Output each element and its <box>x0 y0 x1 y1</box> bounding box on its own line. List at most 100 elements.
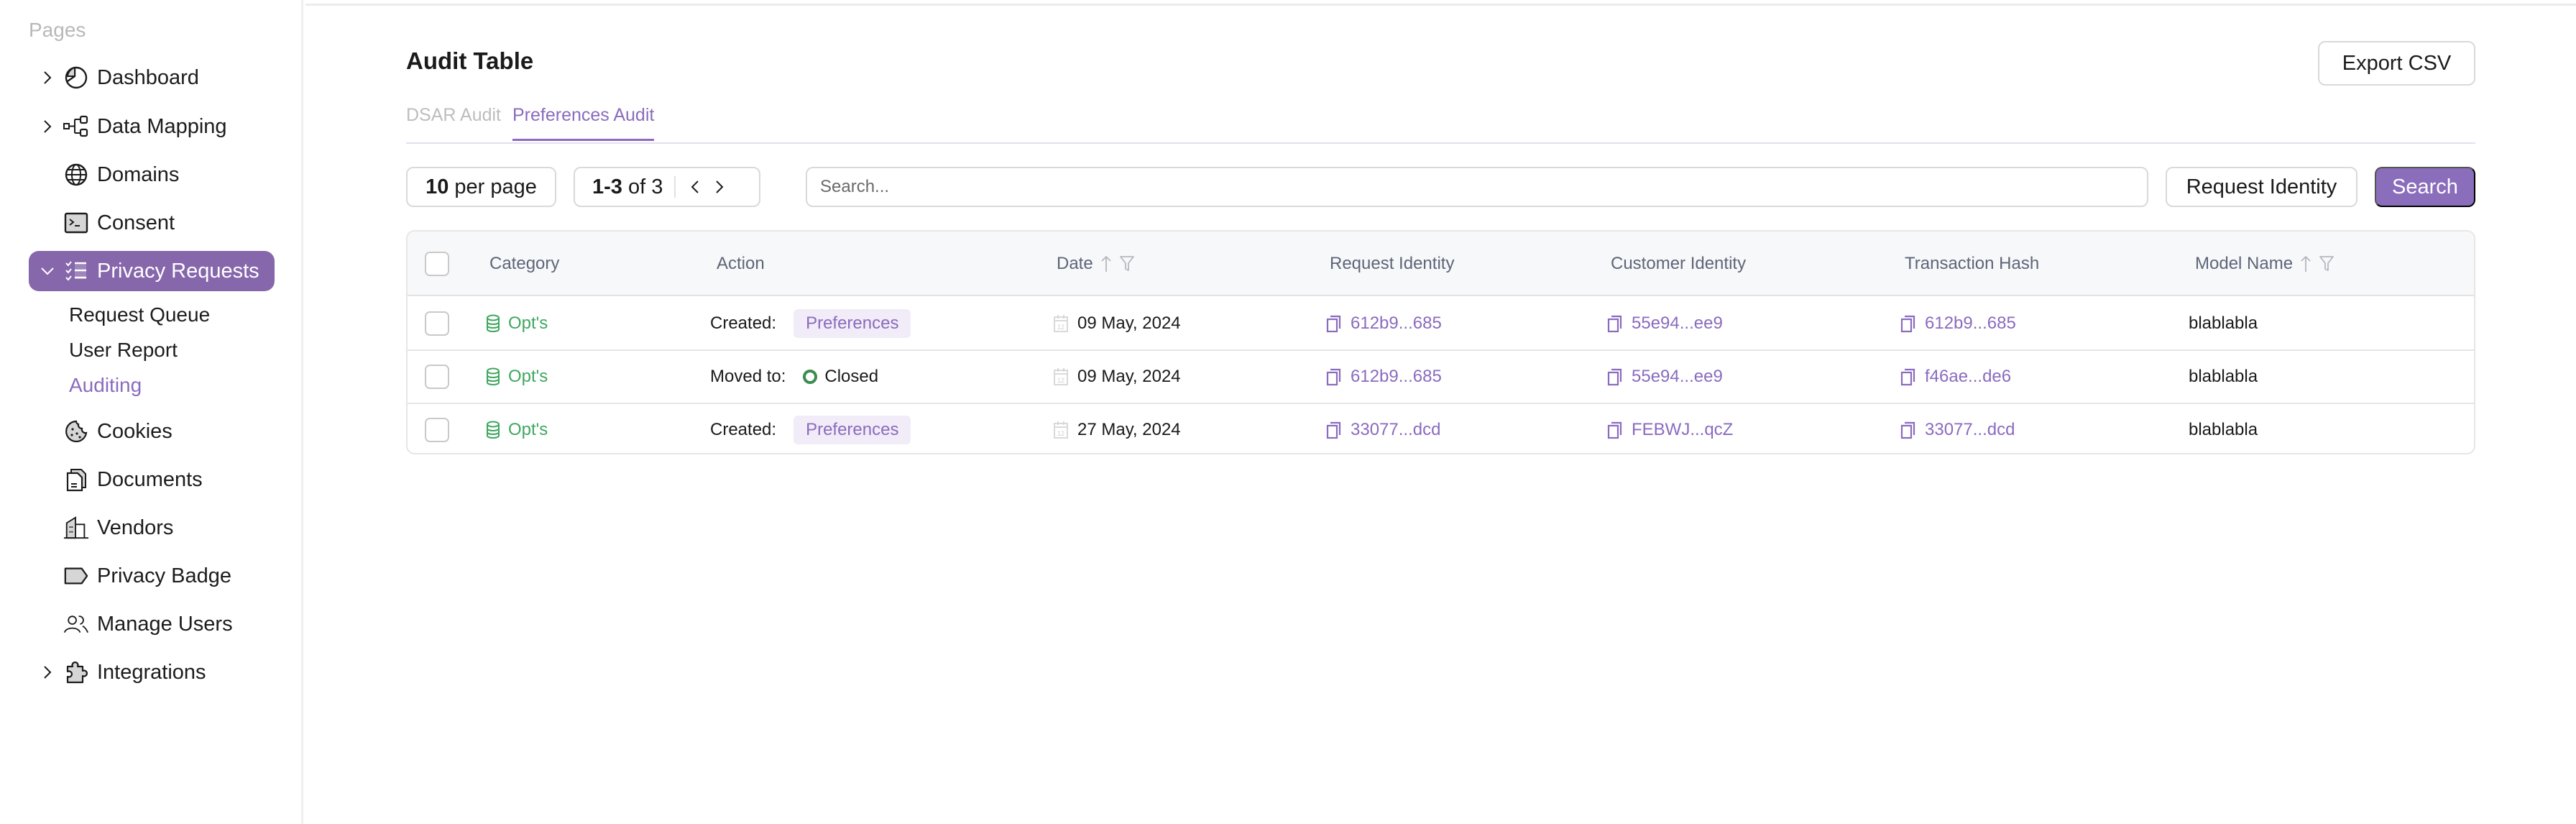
export-csv-button[interactable]: Export CSV <box>2318 41 2475 86</box>
filter-icon[interactable] <box>2319 255 2334 273</box>
column-header-action[interactable]: Action <box>717 232 765 296</box>
chevron-right-icon[interactable] <box>39 69 56 86</box>
action-status: Closed <box>824 367 879 386</box>
transaction-hash-value[interactable]: 33077...dcd <box>1925 420 2015 440</box>
svg-text:12: 12 <box>1057 324 1064 331</box>
table-row[interactable]: Opt's Created: Preferences 12 09 May, 2024 61… <box>408 298 2474 351</box>
action-cell: Created: Preferences <box>710 298 911 349</box>
row-checkbox[interactable] <box>425 311 449 336</box>
customer-identity-value[interactable]: 55e94...ee9 <box>1632 367 1723 387</box>
sidebar-item-privacy-requests[interactable]: Privacy Requests <box>29 251 275 291</box>
sidebar-item-manage-users[interactable]: Manage Users <box>29 604 273 644</box>
action-label: Moved to: <box>710 367 786 386</box>
chevron-right-icon[interactable] <box>39 664 56 681</box>
search-input[interactable] <box>806 167 2148 207</box>
column-header-customer-identity[interactable]: Customer Identity <box>1611 232 1746 296</box>
filter-icon[interactable] <box>1119 255 1135 273</box>
transaction-hash-cell[interactable]: 33077...dcd <box>1900 404 2015 453</box>
column-header-transaction-hash[interactable]: Transaction Hash <box>1905 232 2039 296</box>
sidebar-item-vendors[interactable]: Vendors <box>29 508 273 548</box>
copy-icon[interactable] <box>1607 314 1623 333</box>
audit-table: Category Action Date Request Identity Cu… <box>406 230 2475 454</box>
copy-icon[interactable] <box>1607 421 1623 439</box>
request-identity-value[interactable]: 612b9...685 <box>1351 367 1442 387</box>
top-divider <box>305 4 2576 6</box>
column-header-model-name[interactable]: Model Name <box>2195 232 2334 296</box>
customer-identity-cell[interactable]: FEBWJ...qcZ <box>1607 404 1733 453</box>
category-value: Opt's <box>508 313 548 333</box>
copy-icon[interactable] <box>1326 314 1342 333</box>
sidebar-subitem-request-queue[interactable]: Request Queue <box>69 303 210 326</box>
date-cell: 12 09 May, 2024 <box>1053 351 1181 403</box>
sidebar-item-label: Documents <box>97 467 203 491</box>
sidebar-item-data-mapping[interactable]: Data Mapping <box>29 106 273 147</box>
request-identity-button[interactable]: Request Identity <box>2166 167 2358 207</box>
sidebar-subitem-user-report[interactable]: User Report <box>69 339 178 362</box>
customer-identity-value[interactable]: 55e94...ee9 <box>1632 313 1723 334</box>
sidebar-subitem-auditing[interactable]: Auditing <box>69 374 142 397</box>
sidebar-section-label: Pages <box>29 19 86 41</box>
transaction-hash-value[interactable]: f46ae...de6 <box>1925 367 2011 387</box>
row-select-cell <box>425 351 449 403</box>
prev-page-button[interactable] <box>683 173 707 201</box>
sidebar-item-documents[interactable]: Documents <box>29 459 273 500</box>
column-header-category[interactable]: Category <box>489 232 559 296</box>
copy-icon[interactable] <box>1607 367 1623 386</box>
svg-text:12: 12 <box>1057 377 1064 384</box>
chevron-down-icon[interactable] <box>39 262 56 280</box>
sidebar-item-cookies[interactable]: Cookies <box>29 411 273 452</box>
transaction-hash-cell[interactable]: f46ae...de6 <box>1900 351 2011 403</box>
audit-tabs: DSAR Audit Preferences Audit <box>406 102 2475 144</box>
row-checkbox[interactable] <box>425 418 449 442</box>
sort-ascending-icon[interactable] <box>1100 255 1112 273</box>
tab-preferences-audit[interactable]: Preferences Audit <box>512 105 655 141</box>
table-header: Category Action Date Request Identity Cu… <box>408 232 2474 296</box>
copy-icon[interactable] <box>1900 367 1916 386</box>
sidebar-item-dashboard[interactable]: Dashboard <box>29 58 273 98</box>
model-name-value: blablabla <box>2189 313 2258 333</box>
customer-identity-cell[interactable]: 55e94...ee9 <box>1607 298 1723 349</box>
next-page-button[interactable] <box>707 173 732 201</box>
copy-icon[interactable] <box>1900 314 1916 333</box>
sidebar-item-consent[interactable]: Consent <box>29 203 273 243</box>
select-all-checkbox[interactable] <box>425 252 449 276</box>
transaction-hash-cell[interactable]: 612b9...685 <box>1900 298 2016 349</box>
copy-icon[interactable] <box>1326 421 1342 439</box>
sidebar-item-domains[interactable]: Domains <box>29 155 273 195</box>
model-name-cell: blablabla <box>2189 404 2258 453</box>
action-badge: Preferences <box>794 416 911 444</box>
sort-ascending-icon[interactable] <box>2300 255 2312 273</box>
date-cell: 12 27 May, 2024 <box>1053 404 1181 453</box>
search-button[interactable]: Search <box>2375 167 2475 207</box>
per-page-value: 10 <box>426 175 449 198</box>
status-closed-icon <box>803 370 818 384</box>
copy-icon[interactable] <box>1900 421 1916 439</box>
table-row[interactable]: Opt's Moved to: Closed 12 09 May, 2024 612b9.… <box>408 351 2474 404</box>
row-checkbox[interactable] <box>425 365 449 389</box>
request-identity-value[interactable]: 33077...dcd <box>1351 420 1440 440</box>
column-header-request-identity[interactable]: Request Identity <box>1330 232 1454 296</box>
request-identity-cell[interactable]: 33077...dcd <box>1326 404 1440 453</box>
transaction-hash-value[interactable]: 612b9...685 <box>1925 313 2016 334</box>
sidebar-item-label: Domains <box>97 162 180 186</box>
request-identity-cell[interactable]: 612b9...685 <box>1326 298 1442 349</box>
chevron-right-icon[interactable] <box>39 118 56 135</box>
request-identity-value[interactable]: 612b9...685 <box>1351 313 1442 334</box>
sidebar-item-label: Integrations <box>97 660 206 684</box>
customer-identity-value[interactable]: FEBWJ...qcZ <box>1632 420 1733 440</box>
table-row[interactable]: Opt's Created: Preferences 12 27 May, 2024 33… <box>408 404 2474 453</box>
per-page-select[interactable]: 10 per page <box>406 167 556 207</box>
column-header-label: Model Name <box>2195 254 2294 273</box>
customer-identity-cell[interactable]: 55e94...ee9 <box>1607 351 1723 403</box>
checklist-icon <box>63 258 89 284</box>
request-identity-cell[interactable]: 612b9...685 <box>1326 351 1442 403</box>
copy-icon[interactable] <box>1326 367 1342 386</box>
model-name-value: blablabla <box>2189 367 2258 386</box>
sidebar-item-privacy-badge[interactable]: Privacy Badge <box>29 556 273 596</box>
sidebar-item-integrations[interactable]: Integrations <box>29 652 273 692</box>
category-cell: Opt's <box>485 404 548 453</box>
sidebar-item-label: Privacy Requests <box>97 259 259 283</box>
terminal-icon <box>63 210 89 236</box>
column-header-date[interactable]: Date <box>1057 232 1135 296</box>
tab-dsar-audit[interactable]: DSAR Audit <box>406 105 501 139</box>
